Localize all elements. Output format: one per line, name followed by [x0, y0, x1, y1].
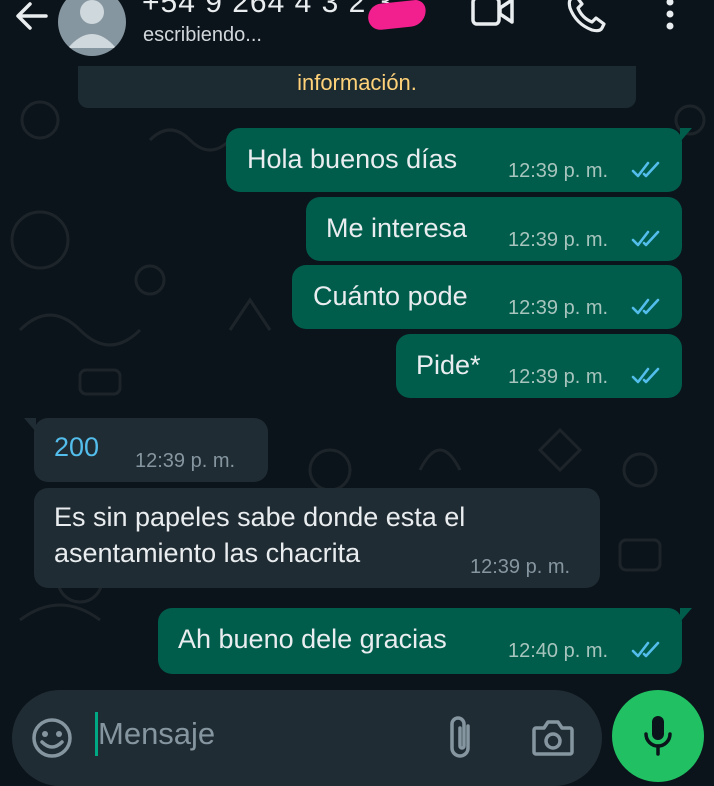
- contact-name[interactable]: +54 9 264 4 3 2 3: [142, 0, 393, 20]
- message-text: Ah bueno dele gracias: [178, 624, 447, 654]
- default-avatar-icon: [68, 0, 116, 48]
- arrow-left-icon: [16, 2, 48, 30]
- message-time: 12:40 p. m.: [508, 640, 609, 662]
- message-time: 12:39 p. m.: [508, 160, 609, 182]
- microphone-icon: [644, 716, 672, 756]
- phone-number-link[interactable]: 200: [54, 432, 99, 463]
- message-bubble-outgoing[interactable]: Me interesa 12:39 p. m.: [306, 197, 682, 261]
- voice-call-button[interactable]: [566, 0, 608, 39]
- message-bubble-incoming[interactable]: 200 12:39 p. m.: [24, 418, 268, 482]
- message-input[interactable]: Mensaje: [98, 716, 215, 752]
- emoji-icon: [32, 718, 72, 758]
- message-time: 12:39 p. m.: [508, 229, 609, 251]
- emoji-button[interactable]: [30, 716, 74, 765]
- message-text: Pide*: [416, 350, 481, 380]
- message-bubble-outgoing[interactable]: Hola buenos días 12:39 p. m.: [226, 128, 692, 192]
- message-bubble-outgoing[interactable]: Ah bueno dele gracias 12:40 p. m.: [158, 608, 692, 674]
- more-vertical-icon: [666, 0, 674, 30]
- double-check-read-icon: [631, 230, 660, 247]
- message-bubble-incoming[interactable]: Es sin papeles sabe donde esta el asenta…: [34, 488, 600, 588]
- bubble-tail: [24, 418, 36, 432]
- double-check-read-icon: [631, 367, 660, 384]
- message-text-line: asentamiento las chacrita: [54, 538, 361, 568]
- message-time: 12:39 p. m.: [508, 366, 609, 388]
- menu-button[interactable]: [660, 0, 680, 37]
- message-text: Cuánto pode: [313, 281, 468, 311]
- back-button[interactable]: [12, 0, 52, 36]
- video-call-button[interactable]: [470, 0, 516, 37]
- message-bubble-outgoing[interactable]: Pide* 12:39 p. m.: [396, 334, 682, 398]
- chat-header: +54 9 264 4 3 2 3 escribiendo...: [0, 0, 714, 66]
- bubble-tail: [680, 608, 692, 622]
- message-text-line: Es sin papeles sabe donde esta el: [54, 502, 466, 532]
- message-time: 12:39 p. m.: [470, 556, 571, 578]
- message-text: Me interesa: [326, 213, 468, 243]
- avatar[interactable]: [58, 0, 126, 56]
- typing-status: escribiendo...: [143, 24, 262, 46]
- voice-message-button[interactable]: [612, 690, 704, 782]
- message-time: 12:39 p. m.: [135, 450, 236, 472]
- double-check-read-icon: [631, 298, 660, 315]
- info-banner-text: información.: [297, 70, 417, 95]
- bubble-tail: [680, 128, 692, 142]
- phone-icon: [567, 0, 606, 33]
- camera-button[interactable]: [530, 716, 576, 765]
- video-camera-icon: [471, 0, 514, 26]
- message-bubble-outgoing[interactable]: Cuánto pode 12:39 p. m.: [292, 265, 682, 329]
- redaction-scribble: [366, 0, 428, 31]
- attach-button[interactable]: [446, 714, 478, 767]
- double-check-read-icon: [631, 161, 660, 178]
- paperclip-icon: [450, 716, 470, 758]
- camera-icon: [532, 720, 574, 756]
- double-check-read-icon: [631, 641, 660, 658]
- message-text: Hola buenos días: [247, 144, 458, 174]
- message-time: 12:39 p. m.: [508, 297, 609, 319]
